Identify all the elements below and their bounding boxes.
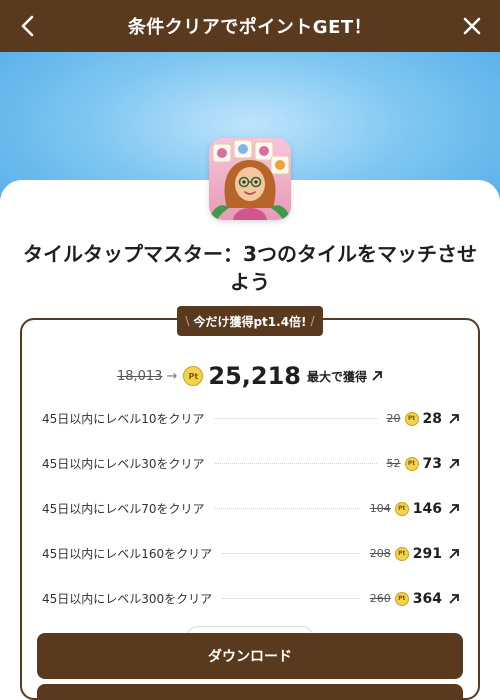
task-label: 45日以内にレベル10をクリア (42, 412, 205, 426)
close-icon[interactable] (458, 12, 486, 40)
arrow-up-right-icon (449, 593, 459, 604)
task-label: 45日以内にレベル30をクリア (42, 457, 205, 471)
task-old-points: 52 (386, 457, 401, 470)
total-reward: 18,013 → Pt 25,218 最大で獲得 (0, 360, 500, 392)
point-coin-icon: Pt (394, 546, 409, 561)
task-row: 45日以内にレベル70をクリア 104 Pt 146 (42, 486, 460, 531)
task-new-points: 364 (412, 590, 442, 607)
arrow-up-right-icon (449, 548, 459, 559)
task-new-points: 28 (422, 410, 442, 427)
task-new-points: 73 (422, 455, 442, 472)
task-label: 45日以内にレベル70をクリア (42, 502, 205, 516)
task-row: 45日以内にレベル30をクリア 52 Pt 73 (42, 441, 460, 486)
dotted-leader (222, 553, 360, 554)
point-coin-icon: Pt (394, 501, 409, 516)
dotted-leader (214, 418, 377, 419)
task-list: 45日以内にレベル10をクリア 20 Pt 28 45日以内にレベル30をクリア… (42, 396, 460, 621)
promo-badge: \ 今だけ獲得pt1.4倍! / (177, 306, 323, 336)
task-new-points: 146 (412, 500, 442, 517)
task-old-points: 208 (369, 547, 391, 560)
arrow-up-right-icon (449, 413, 459, 424)
promo-deco-left: \ (185, 314, 190, 328)
point-coin-icon: Pt (404, 411, 419, 426)
new-total-points: 25,218 (208, 362, 301, 390)
task-row: 45日以内にレベル160をクリア 208 Pt 291 (42, 531, 460, 576)
task-old-points: 260 (369, 592, 391, 605)
task-label: 45日以内にレベル160をクリア (42, 547, 213, 561)
dotted-leader (214, 508, 360, 509)
task-old-points: 104 (369, 502, 391, 515)
tile-match-game-icon (209, 138, 291, 220)
old-total-points: 18,013 (116, 368, 163, 384)
dotted-leader (222, 598, 360, 599)
promo-label: 今だけ獲得pt1.4倍! (193, 314, 307, 329)
game-title: タイルタップマスター：3つのタイルをマッチさせよう (23, 242, 477, 294)
arrow-right-icon: → (166, 368, 178, 384)
promo-deco-right: / (310, 314, 315, 328)
task-row: 45日以内にレベル10をクリア 20 Pt 28 (42, 396, 460, 441)
dotted-leader (214, 463, 377, 464)
header-bar: 条件クリアでポイントGET！ (0, 0, 500, 52)
back-arrow-icon[interactable] (14, 12, 42, 40)
page-title: 条件クリアでポイントGET！ (127, 17, 373, 38)
download-button[interactable]: ダウンロード (37, 633, 463, 679)
point-coin-icon: Pt (404, 456, 419, 471)
secondary-button[interactable] (37, 684, 463, 700)
task-label: 45日以内にレベル300をクリア (42, 592, 213, 606)
arrow-up-right-icon (449, 503, 459, 514)
task-old-points: 20 (386, 412, 401, 425)
point-coin-icon: Pt (394, 591, 409, 606)
task-row: 45日以内にレベル300をクリア 260 Pt 364 (42, 576, 460, 621)
arrow-up-right-icon (372, 371, 382, 381)
task-new-points: 291 (412, 545, 442, 562)
max-earn-label: 最大で獲得 (307, 369, 368, 384)
point-coin-icon: Pt (183, 366, 204, 386)
arrow-up-right-icon (449, 458, 459, 469)
